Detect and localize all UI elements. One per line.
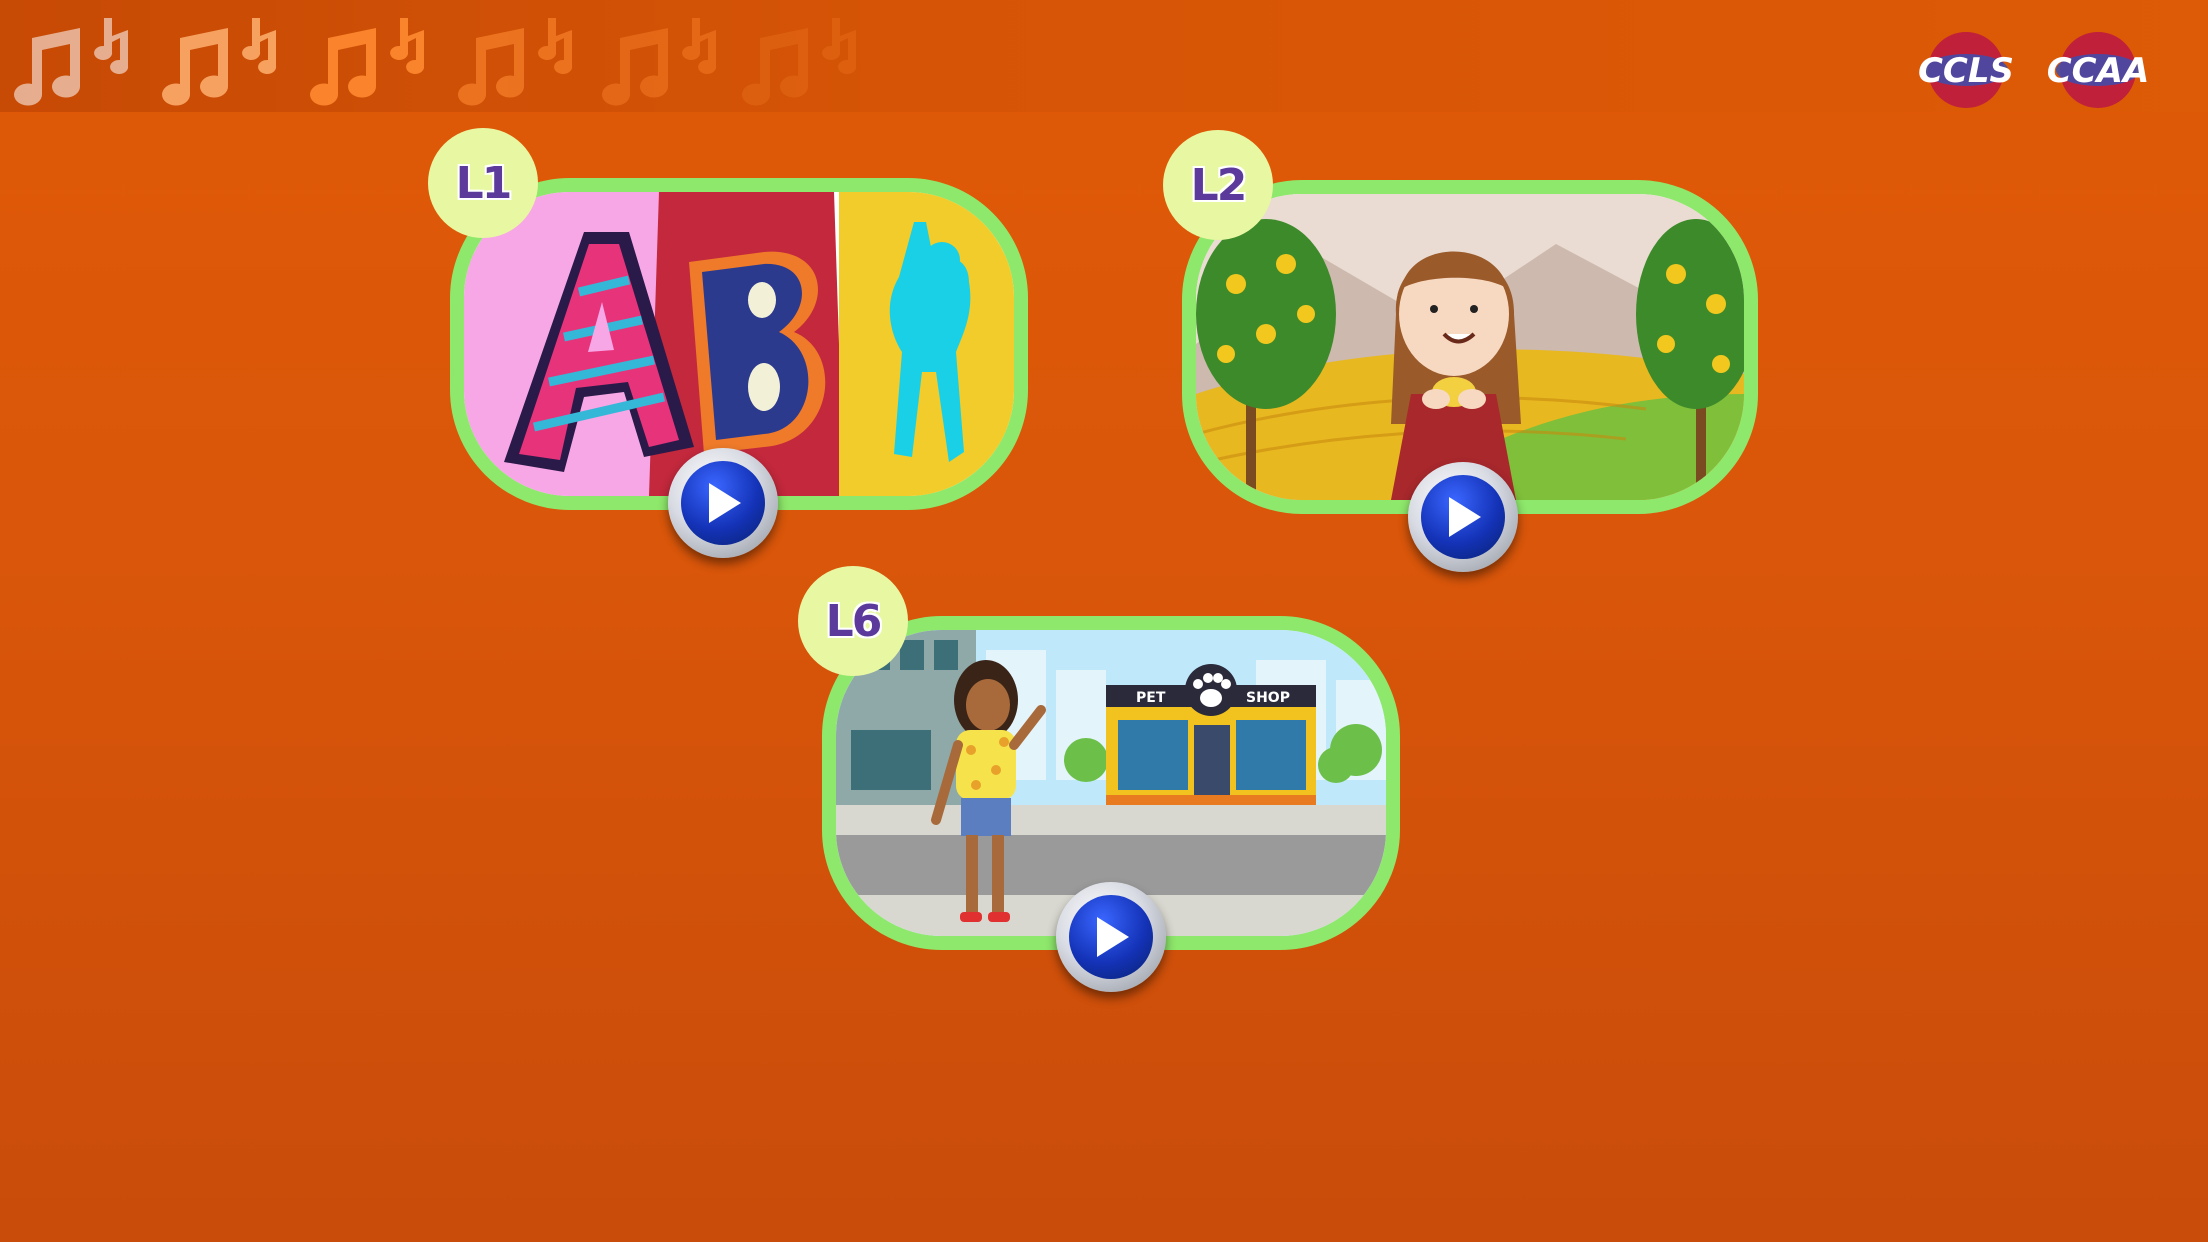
play-icon — [1449, 497, 1481, 537]
play-button-l1[interactable] — [668, 448, 778, 558]
play-button-l2[interactable] — [1408, 462, 1518, 572]
music-notes-icon — [602, 18, 717, 106]
play-icon — [1097, 917, 1129, 957]
lesson-thumbnail-l2 — [1196, 194, 1744, 500]
music-notes-icon — [14, 18, 129, 106]
play-button-l6[interactable] — [1056, 882, 1166, 992]
music-notes-icon — [162, 18, 277, 106]
music-notes-icon — [458, 18, 573, 106]
logo-ccaa: CCAA — [2047, 51, 2150, 91]
music-notes-icon — [742, 18, 857, 106]
lesson-badge-l6: L6 — [798, 566, 908, 676]
ccls-ccaa-logos: CCLS CCAA — [1918, 32, 2150, 108]
logo-ccls: CCLS — [1918, 51, 2014, 91]
music-notes-icon — [310, 18, 425, 106]
lesson-badge-l2: L2 — [1163, 130, 1273, 240]
lesson-badge-l1: L1 — [428, 128, 538, 238]
pet-sign-text: PET — [1136, 690, 1166, 706]
play-icon — [709, 483, 741, 523]
shop-sign-text: SHOP — [1246, 690, 1290, 706]
top-bar: CCLS CCAA — [0, 0, 2208, 112]
